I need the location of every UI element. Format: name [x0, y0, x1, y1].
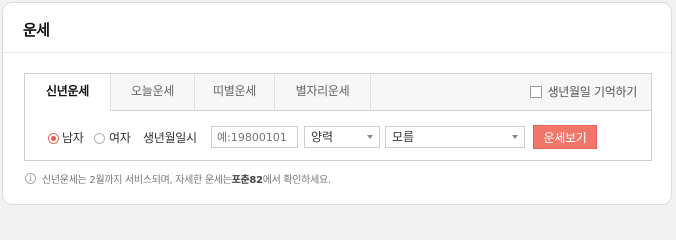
tab-today-fortune[interactable]: 오늘운세 — [111, 74, 195, 110]
birth-label: 생년월일시 — [143, 131, 197, 145]
birth-time-select[interactable]: 모름 — [385, 126, 525, 148]
male-label: 남자 — [62, 131, 84, 145]
tab-zodiac-animal-fortune[interactable]: 띠별운세 — [195, 74, 275, 110]
tab-new-year-fortune[interactable]: 신년운세 — [25, 74, 111, 111]
view-fortune-button[interactable]: 운세보기 — [533, 125, 597, 149]
info-highlight: 포춘82 — [231, 175, 263, 186]
female-label: 여자 — [109, 131, 131, 145]
tab-bar: 신년운세 오늘운세 띠별운세 별자리운세 생년월일 기억하기 — [25, 74, 651, 111]
tab-constellation-fortune[interactable]: 별자리운세 — [275, 74, 371, 110]
chevron-down-icon — [367, 135, 373, 139]
card-title: 운세 — [23, 21, 50, 39]
info-notice: i 신년운세는 2월까지 서비스되며, 자세한 운세는 포춘82 에서 확인하세요… — [25, 171, 331, 186]
chevron-down-icon — [512, 135, 518, 139]
info-text-after: 에서 확인하세요. — [262, 175, 331, 186]
female-radio[interactable] — [94, 133, 105, 144]
calendar-type-value: 양력 — [311, 130, 334, 144]
calendar-type-select[interactable]: 양력 — [304, 126, 380, 148]
remember-label: 생년월일 기억하기 — [547, 84, 638, 99]
remember-checkbox[interactable] — [529, 86, 542, 98]
fortune-form: 남자 여자 생년월일시 양력 모름 운세보기 — [25, 110, 651, 160]
birthdate-input[interactable] — [211, 126, 298, 148]
info-text-before: 신년운세는 2월까지 서비스되며, 자세한 운세는 — [42, 175, 232, 186]
male-radio[interactable] — [48, 133, 59, 144]
birth-time-value: 모름 — [392, 130, 415, 144]
info-icon: i — [25, 173, 36, 184]
fortune-panel: 신년운세 오늘운세 띠별운세 별자리운세 생년월일 기억하기 남자 여자 생년월… — [24, 73, 652, 161]
title-divider — [3, 52, 671, 53]
remember-birthdate[interactable]: 생년월일 기억하기 — [529, 74, 638, 110]
fortune-card: 운세 신년운세 오늘운세 띠별운세 별자리운세 생년월일 기억하기 남자 여자 … — [2, 2, 672, 205]
